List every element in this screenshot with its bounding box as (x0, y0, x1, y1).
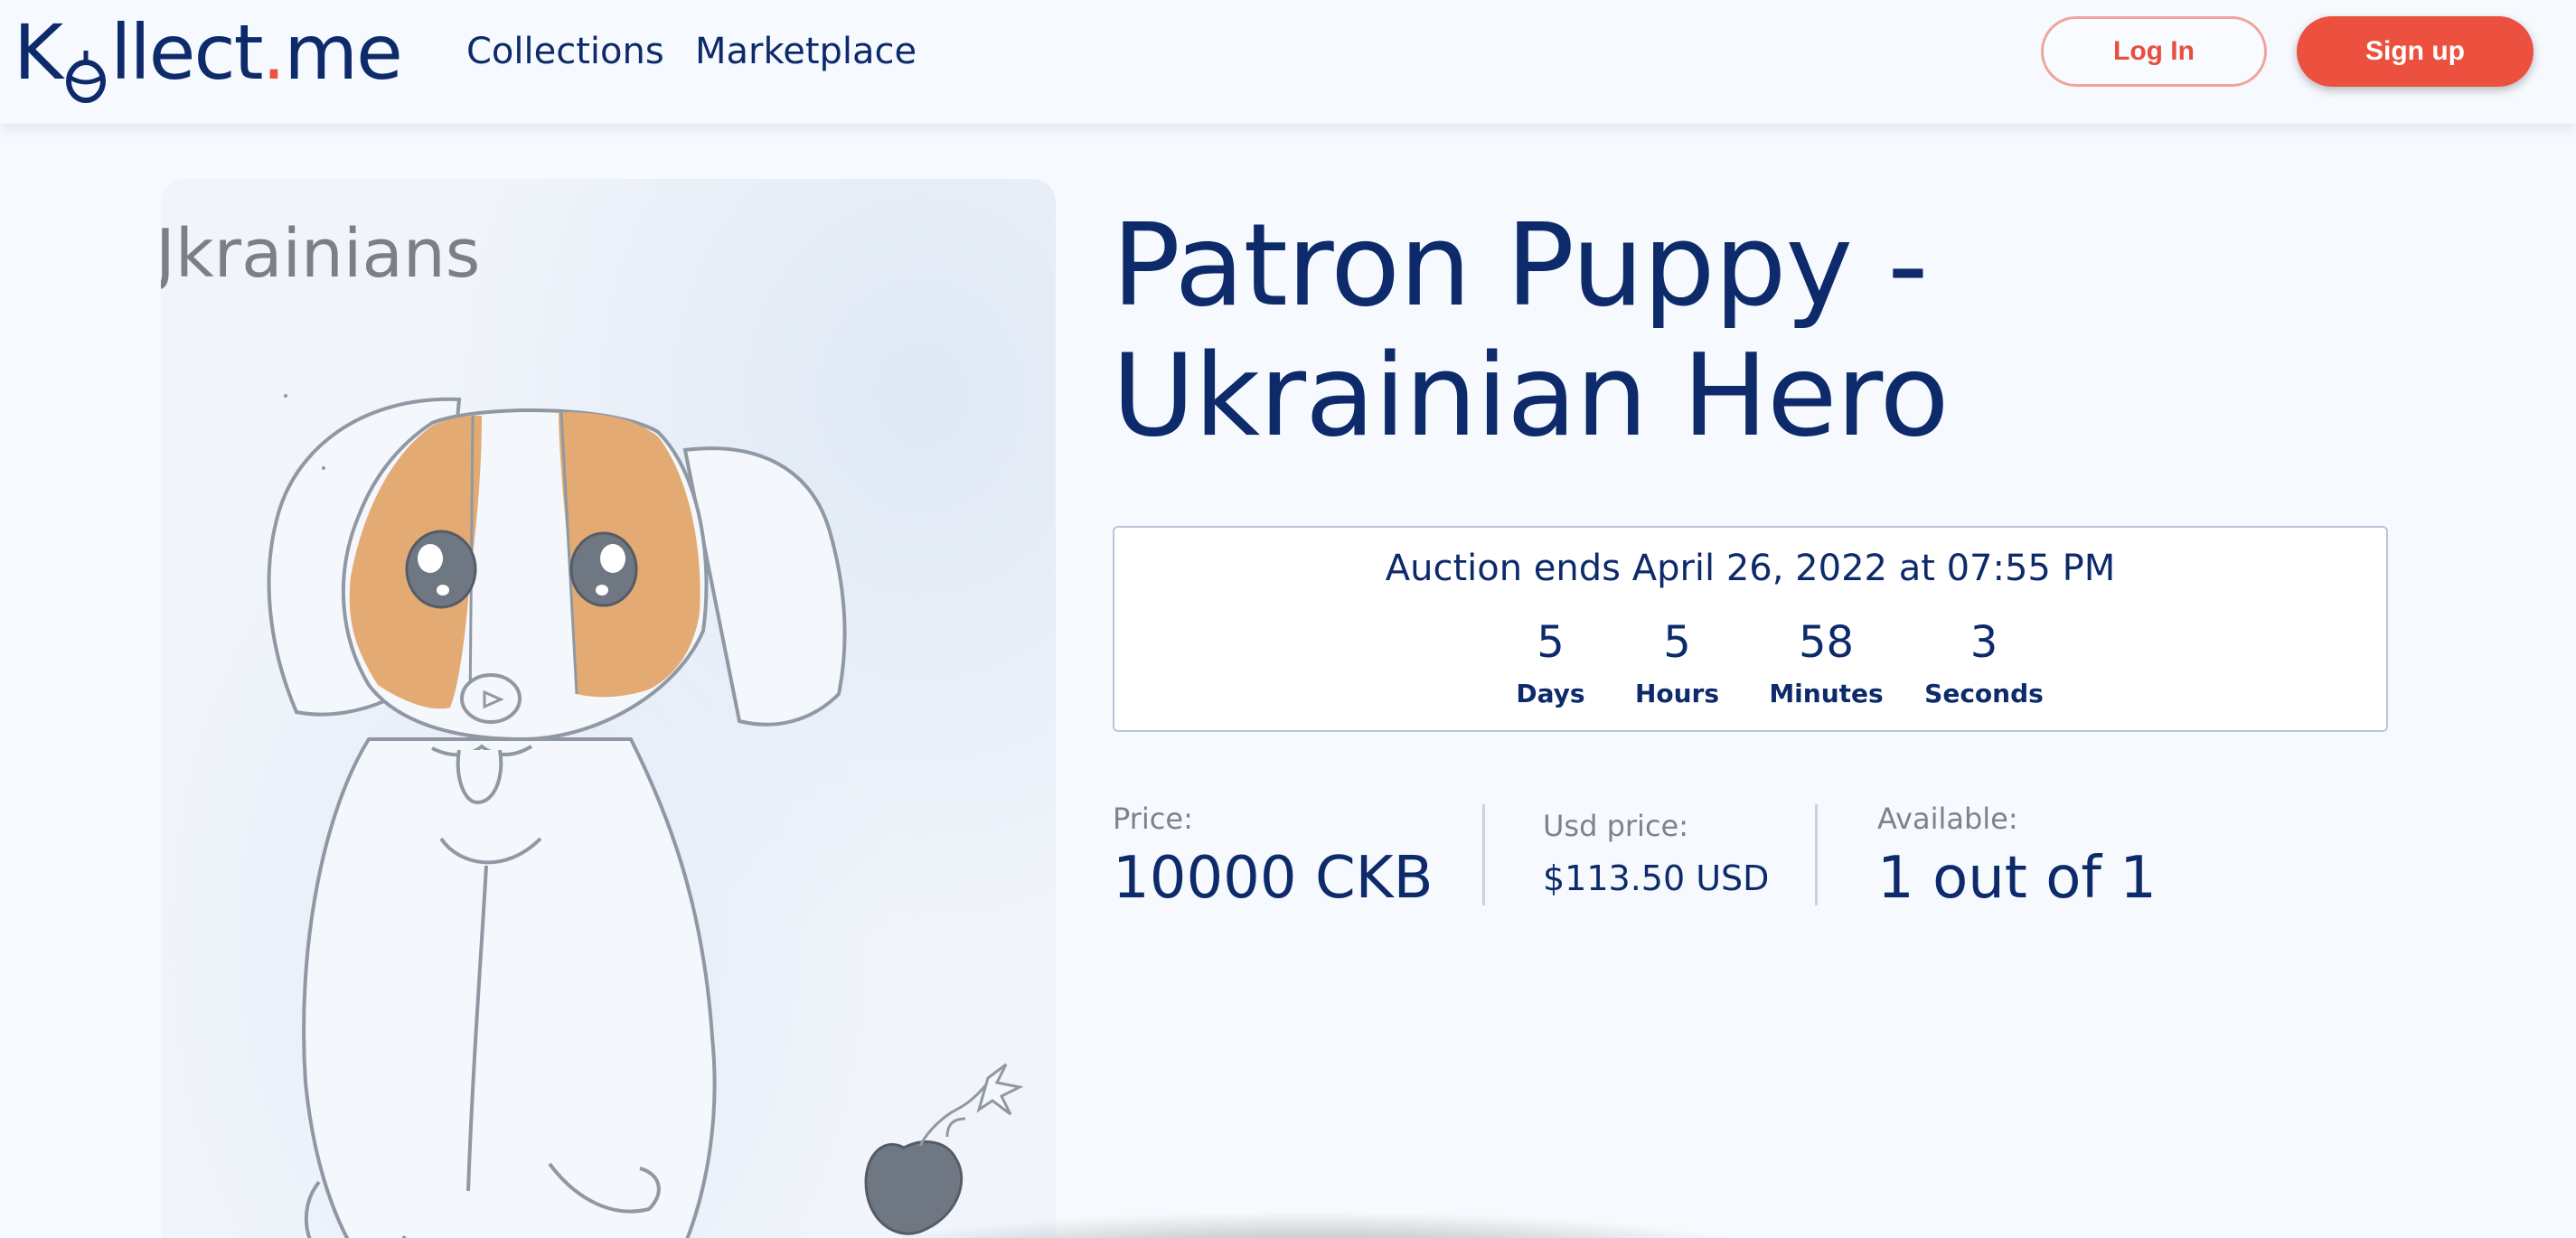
available-value: 1 out of 1 (1877, 845, 2157, 912)
countdown-hours: 5 Hours (1603, 616, 1752, 712)
countdown-seconds-label: Seconds (1924, 679, 2044, 708)
auction-countdown-box: Auction ends April 26, 2022 at 07:55 PM … (1113, 526, 2388, 732)
nft-title-line-1: Patron Puppy - (1112, 199, 1929, 332)
usd-price-value: $113.50 USD (1543, 858, 1770, 898)
countdown-minutes-value: 58 (1798, 617, 1855, 668)
countdown-seconds-value: 3 (1970, 617, 1998, 668)
signup-button[interactable]: Sign up (2297, 16, 2534, 87)
nft-title-line-2: Ukrainian Hero (1112, 329, 1950, 462)
logo-dot: . (261, 8, 287, 97)
price-value: 10000 CKB (1113, 845, 1434, 912)
available-label: Available: (1877, 802, 2018, 836)
nft-title: Patron Puppy - Ukrainian Hero (1112, 201, 2377, 461)
logo-text-me: me (284, 8, 403, 97)
countdown-minutes-label: Minutes (1769, 679, 1884, 708)
usd-price-label: Usd price: (1543, 809, 1688, 843)
countdown-hours-value: 5 (1663, 617, 1691, 668)
login-button[interactable]: Log In (2041, 16, 2267, 87)
price-label: Price: (1113, 802, 1193, 836)
countdown-hours-label: Hours (1634, 679, 1720, 708)
logo-o-mark-icon (63, 33, 108, 103)
stats-divider (1815, 804, 1818, 905)
nav-collections-link[interactable]: Collections (466, 29, 664, 74)
nav-marketplace-link[interactable]: Marketplace (695, 29, 917, 74)
countdown-minutes: 58 Minutes (1743, 616, 1910, 712)
top-navbar: K llect . me Collections Marketplace Log… (0, 0, 2576, 124)
bottom-shadow (813, 1211, 1808, 1238)
logo-text-k: K (14, 8, 63, 97)
countdown-seconds: 3 Seconds (1894, 616, 2074, 712)
kollect-me-logo[interactable]: K llect . me (14, 7, 403, 103)
artwork-caption: Jkrainians (161, 215, 481, 293)
logo-text-llect: llect (110, 8, 263, 97)
nft-artwork-image[interactable]: Jkrainians (161, 179, 1056, 1238)
auction-ends-text: Auction ends April 26, 2022 at 07:55 PM (1385, 548, 2116, 589)
puppy-drawing-icon (267, 394, 1024, 1238)
stats-divider (1482, 804, 1485, 905)
